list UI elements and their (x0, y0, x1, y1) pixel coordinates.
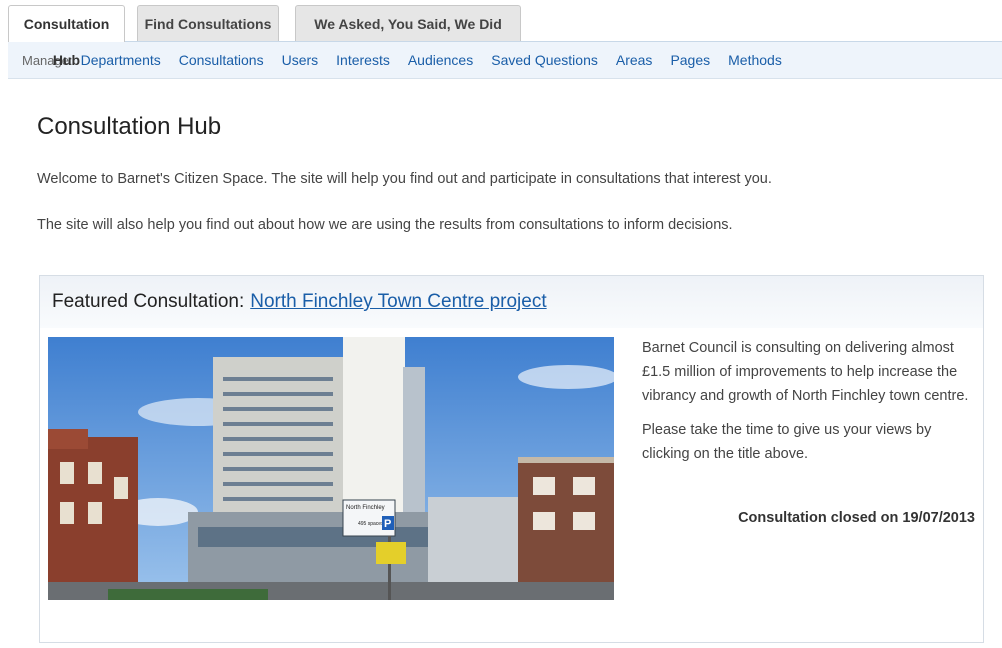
featured-consultation-panel: Featured Consultation: North Finchley To… (39, 275, 984, 643)
intro-paragraph-2: The site will also help you find out abo… (37, 217, 733, 233)
page-title: Consultation Hub (37, 113, 222, 140)
manage-pages-link[interactable]: Pages (670, 52, 710, 68)
tab-consultation-hub[interactable]: Consultation Hub (8, 5, 125, 68)
manage-saved-questions-link[interactable]: Saved Questions (491, 52, 598, 68)
sign-text-2: 495 spaces (358, 521, 384, 527)
featured-description: Barnet Council is consulting on deliveri… (642, 336, 972, 476)
featured-heading: Featured Consultation: North Finchley To… (40, 276, 983, 328)
sign-parking-p: P (384, 518, 391, 530)
manage-bar: Manage: Departments Consultations Users … (8, 41, 1002, 79)
featured-heading-label: Featured Consultation: (52, 291, 245, 312)
tab-we-asked-you-said-we-did[interactable]: We Asked, You Said, We Did (295, 5, 521, 41)
sign-text-1: North Finchley (346, 505, 385, 511)
tab-find-consultations[interactable]: Find Consultations (137, 5, 279, 41)
manage-audiences-link[interactable]: Audiences (408, 52, 473, 68)
manage-departments-link[interactable]: Departments (81, 52, 161, 68)
intro-paragraph-1: Welcome to Barnet's Citizen Space. The s… (37, 171, 772, 187)
featured-photo: North Finchley 495 spaces P (48, 337, 614, 600)
tab-bar: Consultation Hub Find Consultations We A… (8, 5, 533, 68)
manage-users-link[interactable]: Users (282, 52, 319, 68)
manage-areas-link[interactable]: Areas (616, 52, 653, 68)
featured-desc-paragraph-1: Barnet Council is consulting on deliveri… (642, 340, 969, 404)
manage-consultations-link[interactable]: Consultations (179, 52, 264, 68)
manage-interests-link[interactable]: Interests (336, 52, 390, 68)
featured-desc-paragraph-2: Please take the time to give us your vie… (642, 422, 932, 462)
manage-methods-link[interactable]: Methods (728, 52, 782, 68)
consultation-closed-status: Consultation closed on 19/07/2013 (738, 510, 975, 526)
featured-consultation-link[interactable]: North Finchley Town Centre project (250, 291, 546, 313)
